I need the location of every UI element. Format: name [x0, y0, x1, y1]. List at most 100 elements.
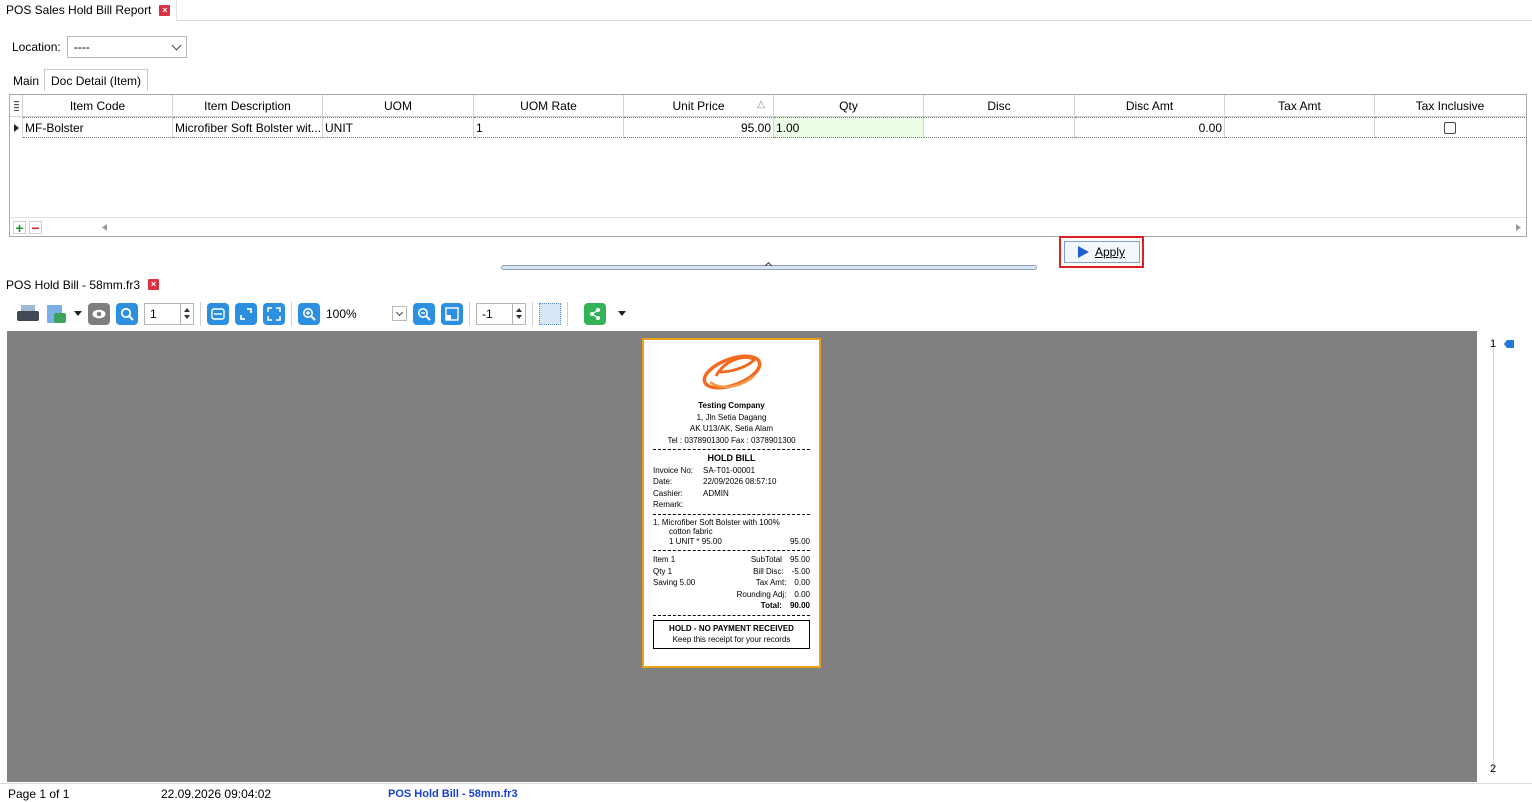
col-tax-inclusive[interactable]: Tax Inclusive	[1375, 95, 1525, 116]
toolbar-divider	[469, 301, 470, 326]
remove-row-button[interactable]: −	[29, 220, 42, 235]
receipt-address2: AK U13/AK, Setia Alam	[689, 424, 774, 433]
apply-label: Apply	[1094, 245, 1126, 259]
col-qty[interactable]: Qty	[774, 95, 924, 116]
preview-tab[interactable]: POS Hold Bill - 58mm.fr3 ×	[0, 274, 166, 295]
receipt-title: HOLD BILL	[707, 453, 756, 463]
offset-spinner[interactable]	[512, 303, 525, 324]
export-dropdown-icon[interactable]	[74, 311, 82, 316]
col-item-code[interactable]: Item Code	[23, 95, 173, 116]
report-tab-title: POS Sales Hold Bill Report	[6, 3, 152, 17]
cell-qty[interactable]: 1.00	[774, 117, 924, 138]
whole-page-icon[interactable]	[235, 302, 257, 325]
item-grid: Item Code Item Description UOM UOM Rate …	[9, 94, 1527, 237]
sub-tabs: Main Doc Detail (Item)	[8, 69, 149, 91]
scroll-right-icon[interactable]	[1516, 224, 1521, 231]
grid-toggle-icon[interactable]	[539, 302, 561, 325]
zoom-out-icon[interactable]	[413, 302, 435, 325]
receipt-divider	[653, 614, 810, 616]
search-icon[interactable]	[116, 302, 138, 325]
page-width-icon[interactable]	[207, 302, 229, 325]
page-marker-icon[interactable]	[1504, 340, 1514, 348]
tab-main[interactable]: Main	[8, 71, 44, 91]
report-tab[interactable]: POS Sales Hold Bill Report ×	[0, 0, 178, 21]
col-unit-price[interactable]: Unit Price △	[624, 95, 774, 116]
share-dropdown-icon[interactable]	[618, 311, 626, 316]
fullscreen-icon[interactable]	[263, 302, 285, 325]
receipt-page: Testing Company 1, Jln Setia Dagang AK U…	[642, 338, 821, 668]
receipt-address1: 1, Jln Setia Dagang	[696, 412, 767, 422]
page-navigator[interactable]: 1 2	[1477, 331, 1530, 782]
cell-tax-amt[interactable]	[1225, 117, 1375, 138]
toolbar-divider	[532, 301, 533, 326]
cell-disc-amt[interactable]: 0.00	[1075, 117, 1225, 138]
cell-item-description[interactable]: Microfiber Soft Bolster wit...	[173, 117, 323, 138]
col-disc[interactable]: Disc	[924, 95, 1075, 116]
apply-button[interactable]: Apply	[1063, 241, 1140, 263]
preview-tabstrip: POS Hold Bill - 58mm.fr3 ×	[0, 274, 1532, 295]
receipt-footer-box: HOLD - NO PAYMENT RECEIVED Keep this rec…	[653, 619, 810, 649]
print-icon[interactable]	[16, 304, 40, 324]
receipt-footer-note: Keep this receipt for your records	[672, 635, 791, 644]
col-disc-amt[interactable]: Disc Amt	[1075, 95, 1225, 116]
status-report-name: POS Hold Bill - 58mm.fr3	[388, 788, 518, 800]
page-number-input[interactable]: 1	[144, 302, 194, 325]
receipt-info-row: Invoice No: SA-T01-00001	[653, 465, 756, 475]
receipt-phone: Tel : 0378901300 Fax : 0378901300	[667, 435, 796, 445]
status-page: Page 1 of 1	[8, 787, 70, 801]
preview-toolbar: 1 100% -1	[8, 297, 1530, 330]
col-item-description[interactable]: Item Description	[173, 95, 323, 116]
cell-disc[interactable]	[924, 117, 1075, 138]
toolbar-divider	[200, 301, 201, 326]
close-icon[interactable]: ×	[159, 4, 171, 16]
zoom-level[interactable]: 100%	[326, 307, 386, 321]
status-datetime: 22.09.2026 09:04:02	[161, 787, 272, 801]
play-icon	[1077, 246, 1089, 258]
zoom-in-icon[interactable]	[298, 302, 320, 325]
cell-uom-rate[interactable]: 1	[474, 117, 624, 138]
receipt-info-row: Remark:	[653, 500, 684, 509]
cell-uom[interactable]: UNIT	[323, 117, 474, 138]
cell-tax-inclusive[interactable]	[1375, 117, 1525, 138]
grid-footer: + −	[10, 217, 1526, 236]
page-nav-last: 2	[1490, 763, 1497, 775]
share-icon[interactable]	[584, 302, 606, 325]
tab-doc-detail-item[interactable]: Doc Detail (Item)	[44, 69, 149, 91]
chevron-up-icon	[764, 261, 773, 270]
receipt-item-line: cotton fabric	[669, 526, 713, 536]
column-chooser-icon[interactable]	[10, 95, 23, 116]
col-unit-price-label: Unit Price	[672, 98, 725, 113]
col-uom-rate[interactable]: UOM Rate	[474, 95, 624, 116]
add-row-button[interactable]: +	[13, 220, 26, 235]
location-label: Location:	[12, 40, 61, 54]
scroll-left-icon[interactable]	[102, 224, 107, 231]
location-select[interactable]: ----	[66, 36, 187, 58]
receipt-divider	[653, 513, 810, 515]
top-tabstrip: POS Sales Hold Bill Report ×	[0, 0, 1532, 21]
sort-asc-icon: △	[757, 99, 765, 110]
grid-header: Item Code Item Description UOM UOM Rate …	[10, 95, 1525, 117]
receipt-company: Testing Company	[698, 401, 765, 410]
tax-inclusive-checkbox[interactable]	[1444, 121, 1456, 134]
close-icon[interactable]: ×	[148, 279, 160, 290]
toolbar-divider	[567, 301, 568, 326]
receipt-item-total: 1 UNIT * 95.00 95.00	[669, 536, 810, 546]
col-uom[interactable]: UOM	[323, 95, 474, 116]
export-icon[interactable]	[46, 303, 68, 325]
cell-item-code[interactable]: MF-Bolster	[23, 117, 173, 138]
page-setup-icon[interactable]	[441, 302, 463, 325]
table-row[interactable]: MF-Bolster Microfiber Soft Bolster wit..…	[10, 117, 1525, 138]
row-indicator-icon	[10, 117, 23, 138]
cell-unit-price[interactable]: 95.00	[624, 117, 774, 138]
col-tax-amt[interactable]: Tax Amt	[1225, 95, 1375, 116]
page-spinner[interactable]	[180, 303, 193, 324]
receipt-item-line: 1. Microfiber Soft Bolster with 100%	[653, 517, 780, 527]
offset-input[interactable]: -1	[476, 302, 526, 325]
preview-eye-icon[interactable]	[88, 302, 110, 325]
zoom-dropdown[interactable]	[392, 306, 407, 321]
filter-row: Location: ----	[12, 36, 187, 58]
panel-splitter[interactable]	[501, 261, 1037, 270]
page-nav-first: 1	[1490, 338, 1497, 350]
toolbar-divider	[291, 301, 292, 326]
receipt-summary-row: Rounding Adj: 0.00	[736, 589, 810, 599]
